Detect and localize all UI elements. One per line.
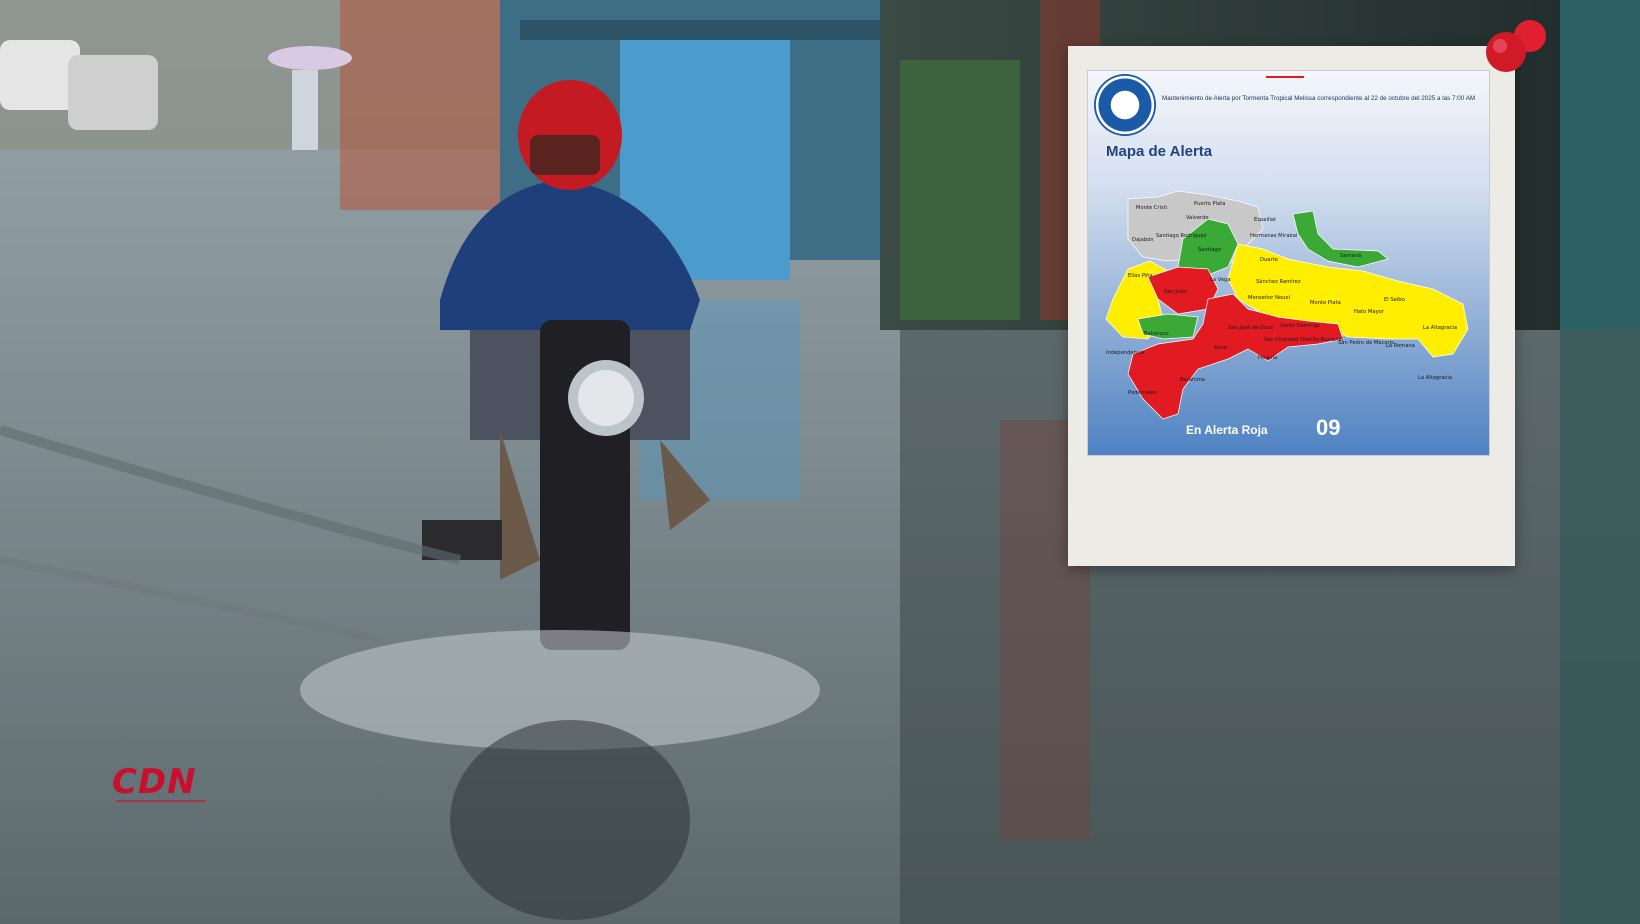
label-hermanas-mirabal: Hermanas Mirabal	[1250, 233, 1297, 239]
label-puerto-plata: Puerto Plata	[1194, 201, 1225, 207]
label-independencia: Independencia	[1106, 350, 1144, 356]
label-la-altagracia-south: La Altagracia	[1418, 375, 1452, 381]
label-barahona: Barahona	[1180, 377, 1205, 383]
label-bahoruco: Bahoruco	[1144, 331, 1169, 337]
cdn-logo-underline	[116, 800, 206, 802]
label-monsenor-nouel: Monseñor Nouel	[1248, 295, 1290, 301]
slide-header-text: Mantenimiento de Alerta por Tormenta Tro…	[1162, 95, 1476, 102]
label-la-altagracia: La Altagracia	[1423, 325, 1457, 331]
label-el-seibo: El Seibo	[1384, 297, 1405, 303]
push-pin-icon	[1486, 20, 1546, 72]
header-accent	[1266, 76, 1304, 78]
map-title: Mapa de Alerta	[1106, 143, 1213, 160]
cdn-logo: CDN	[112, 762, 197, 802]
label-santiago: Santiago	[1198, 247, 1221, 253]
label-santiago-rodriguez: Santiago Rodríguez	[1156, 232, 1207, 239]
label-peravia: Peravia	[1258, 355, 1277, 361]
red-alert-label: En Alerta Roja	[1186, 423, 1268, 437]
alert-map-card: Mantenimiento de Alerta por Tormenta Tro…	[1068, 46, 1515, 566]
label-dajabon: Dajabón	[1132, 236, 1154, 243]
label-la-vega: La Vega	[1210, 277, 1231, 283]
label-pedernales: Pedernales	[1128, 390, 1157, 396]
label-samana: Samaná	[1340, 252, 1361, 259]
label-san-jose-de-ocoa: San José de Ocoa	[1228, 324, 1273, 331]
label-valverde: Valverde	[1186, 215, 1209, 221]
label-monte-cristi: Monte Cristi	[1136, 205, 1167, 211]
label-sanchez-ramirez: Sánchez Ramírez	[1256, 278, 1301, 285]
label-la-romana: La Romana	[1386, 343, 1415, 349]
label-san-juan: San Juan	[1164, 289, 1187, 295]
label-san-cristobal: San Cristóbal Distrito Nacional	[1264, 336, 1343, 343]
coe-seal-icon	[1094, 74, 1156, 136]
label-hato-mayor: Hato Mayor	[1354, 309, 1385, 315]
label-santo-domingo: Santo Domingo	[1280, 323, 1320, 329]
label-espaillat: Espaillat	[1254, 217, 1276, 223]
label-elias-pina: Elías Piña	[1128, 272, 1153, 279]
alert-map-slide: Mantenimiento de Alerta por Tormenta Tro…	[1087, 70, 1490, 456]
label-duarte: Duarte	[1260, 257, 1278, 263]
dominican-republic-alert-map: Monte Cristi Puerto Plata Valverde Espai…	[1105, 190, 1469, 420]
label-azua: Azua	[1214, 345, 1227, 351]
red-alert-count: 09	[1316, 415, 1341, 440]
label-monte-plata: Monte Plata	[1310, 300, 1341, 306]
